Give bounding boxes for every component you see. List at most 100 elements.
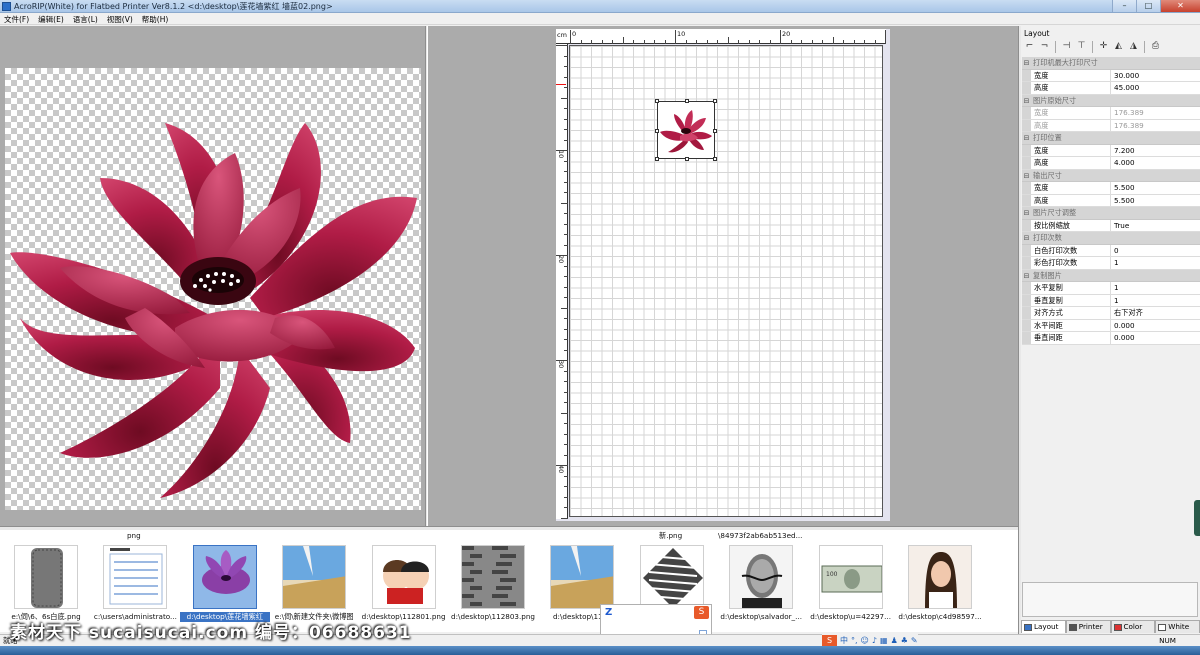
center-h-icon[interactable]: ⊣ (1060, 40, 1073, 53)
menu-file[interactable]: 文件(F) (0, 13, 34, 24)
property-row[interactable]: 宽度 7.200 (1022, 144, 1200, 157)
thumbnail-label[interactable]: d:\desktop\112803.png (448, 612, 538, 621)
resize-handle-s[interactable] (685, 157, 689, 161)
property-value[interactable]: 1 (1111, 282, 1200, 294)
resize-handle-sw[interactable] (655, 157, 659, 161)
flip-icon[interactable]: ◮ (1127, 40, 1140, 53)
print-icon[interactable]: ⎙ (1149, 40, 1162, 53)
property-row[interactable]: 白色打印次数 0 (1022, 244, 1200, 257)
thumbnail-woman[interactable] (908, 545, 972, 609)
property-value[interactable]: 30.000 (1111, 70, 1200, 82)
thumbnail-label[interactable]: d:\desktop\c4d98597... (895, 612, 985, 621)
property-category[interactable]: ⊟ 图片尺寸调整 (1022, 207, 1200, 220)
center-v-icon[interactable]: ⊤ (1075, 40, 1088, 53)
wrench-icon[interactable]: ✎ (911, 636, 918, 645)
placed-image[interactable] (655, 99, 717, 161)
skin-icon[interactable]: ♣ (901, 636, 908, 645)
mirror-icon[interactable]: ◭ (1112, 40, 1125, 53)
collapse-icon[interactable]: ⊟ (1022, 207, 1031, 219)
menu-view[interactable]: 视图(V) (103, 13, 138, 24)
thumbnail-label[interactable]: d:\desktop\salvador_... (716, 612, 806, 621)
property-category[interactable]: ⊟ 打印位置 (1022, 132, 1200, 145)
collapse-icon[interactable]: ⊟ (1022, 270, 1031, 282)
property-value[interactable]: True (1111, 220, 1200, 232)
thumbnail-label[interactable]: d:\desktop\u=42297... (806, 612, 896, 621)
close-icon[interactable]: ✕ (1160, 0, 1200, 12)
property-row[interactable]: 垂直复制 1 (1022, 294, 1200, 307)
thumbnail-phone-case[interactable] (14, 545, 78, 609)
property-row[interactable]: 宽度 176.389 (1022, 107, 1200, 120)
property-value[interactable]: 176.389 (1111, 107, 1200, 119)
property-value[interactable]: 45.000 (1111, 82, 1200, 94)
thumbnail-banknote[interactable]: 100 (818, 545, 883, 609)
user-icon[interactable]: ♟ (891, 636, 898, 645)
microphone-icon[interactable]: ♪ (872, 636, 877, 645)
resize-handle-se[interactable] (713, 157, 717, 161)
property-row[interactable]: 垂直间距 0.000 (1022, 332, 1200, 345)
property-row[interactable]: 彩色打印次数 1 (1022, 257, 1200, 270)
property-row[interactable]: 宽度 30.000 (1022, 69, 1200, 82)
keyboard-icon[interactable]: ▦ (880, 636, 888, 645)
align-left-top-icon[interactable]: ⌐ (1023, 40, 1036, 53)
thumbnail-zebra[interactable] (639, 545, 704, 609)
center-icon[interactable]: ✛ (1097, 40, 1110, 53)
property-category[interactable]: ⊟ 打印次数 (1022, 232, 1200, 245)
property-row[interactable]: 高度 4.000 (1022, 157, 1200, 170)
property-value[interactable]: 右下对齐 (1111, 307, 1200, 319)
property-row[interactable]: 水平间距 0.000 (1022, 319, 1200, 332)
property-value[interactable]: 1 (1111, 295, 1200, 307)
property-row[interactable]: 高度 176.389 (1022, 119, 1200, 132)
print-paper[interactable] (569, 45, 883, 517)
property-value[interactable]: 176.389 (1111, 120, 1200, 132)
align-right-top-icon[interactable]: ¬ (1038, 40, 1051, 53)
resize-handle-nw[interactable] (655, 99, 659, 103)
maximize-icon[interactable]: □ (1136, 0, 1160, 12)
resize-handle-e[interactable] (713, 129, 717, 133)
property-value[interactable]: 0.000 (1111, 332, 1200, 344)
resize-handle-ne[interactable] (713, 99, 717, 103)
resize-handle-w[interactable] (655, 129, 659, 133)
menu-edit[interactable]: 编辑(E) (34, 13, 69, 24)
collapse-icon[interactable]: ⊟ (1022, 170, 1031, 182)
property-value[interactable]: 0.000 (1111, 320, 1200, 332)
property-value[interactable]: 5.500 (1111, 182, 1200, 194)
property-category[interactable]: ⊟ 图片原始尺寸 (1022, 94, 1200, 107)
property-row[interactable]: 按比例缩放 True (1022, 219, 1200, 232)
property-row[interactable]: 对齐方式 右下对齐 (1022, 307, 1200, 320)
emoji-icon[interactable]: ☺ (861, 636, 869, 645)
ime-mode-label[interactable]: 中 (840, 635, 848, 646)
collapse-icon[interactable]: ⊟ (1022, 232, 1031, 244)
property-row[interactable]: 高度 5.500 (1022, 194, 1200, 207)
property-value[interactable]: 0 (1111, 245, 1200, 257)
collapse-icon[interactable]: ⊟ (1022, 57, 1031, 69)
collapse-icon[interactable]: ⊟ (1022, 95, 1031, 107)
menu-language[interactable]: 语言(L) (69, 13, 103, 24)
thumbnail-sky[interactable] (550, 545, 615, 609)
thumbnail-flower[interactable] (192, 545, 257, 609)
tab-color[interactable]: Color (1110, 620, 1156, 633)
tab-white[interactable]: White (1155, 620, 1200, 633)
property-row[interactable]: 水平复制 1 (1022, 282, 1200, 295)
thumbnail-pattern[interactable] (461, 545, 525, 609)
punctuation-icon[interactable]: °, (851, 636, 858, 645)
thumbnail-document[interactable] (103, 545, 168, 609)
collapse-icon[interactable]: ⊟ (1022, 132, 1031, 144)
property-category[interactable]: ⊟ 打印机最大打印尺寸 (1022, 57, 1200, 70)
property-category[interactable]: ⊟ 复制图片 (1022, 269, 1200, 282)
resize-handle-n[interactable] (685, 99, 689, 103)
thumbnail-cartoon[interactable] (371, 545, 436, 609)
tab-layout[interactable]: Layout (1021, 620, 1066, 633)
minimize-icon[interactable]: – (1112, 0, 1136, 12)
side-tab[interactable] (1194, 500, 1200, 536)
sogou-ime-icon[interactable]: S (822, 634, 837, 647)
tab-printer[interactable]: Printer (1065, 620, 1111, 633)
property-value[interactable]: 4.000 (1111, 157, 1200, 169)
property-value[interactable]: 1 (1111, 257, 1200, 269)
property-row[interactable]: 高度 45.000 (1022, 82, 1200, 95)
property-category[interactable]: ⊟ 输出尺寸 (1022, 169, 1200, 182)
thumbnail-portrait[interactable] (729, 545, 794, 609)
property-value[interactable]: 7.200 (1111, 145, 1200, 157)
menu-help[interactable]: 帮助(H) (138, 13, 174, 24)
thumbnail-sky[interactable] (282, 545, 347, 609)
property-value[interactable]: 5.500 (1111, 195, 1200, 207)
